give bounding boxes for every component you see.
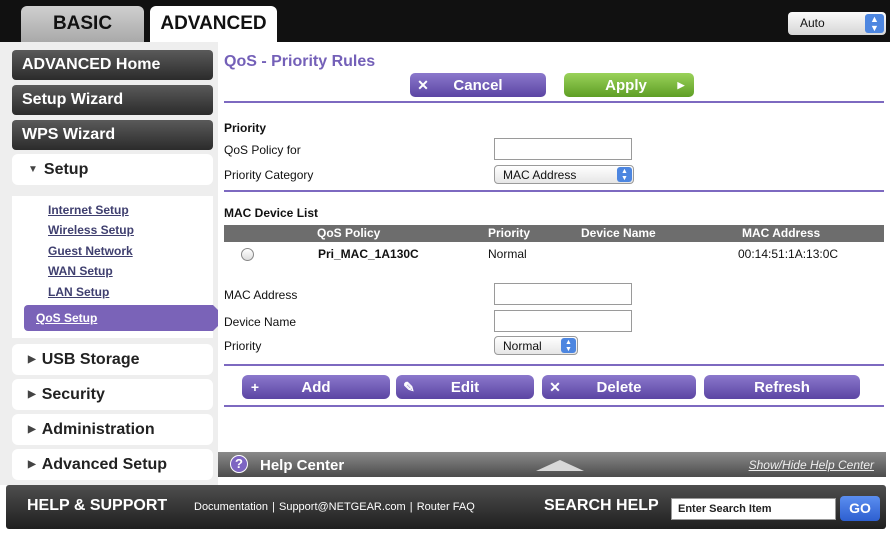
- section-divider: [224, 190, 884, 192]
- add-button-label: Add: [301, 378, 331, 396]
- sidebar-item-internet-setup[interactable]: Internet Setup: [48, 203, 129, 217]
- pencil-icon: ✎: [403, 378, 415, 395]
- search-help-heading: SEARCH HELP: [544, 497, 659, 514]
- collapsed-triangle-icon: ▶: [28, 424, 36, 435]
- priority-label: Priority: [224, 339, 262, 353]
- sidebar-item-advanced-setup-label: Advanced Setup: [41, 455, 168, 473]
- refresh-button[interactable]: Refresh: [704, 375, 860, 399]
- section-divider: [224, 364, 884, 366]
- plus-icon: +: [250, 379, 260, 395]
- play-arrow-icon: ▶: [677, 79, 685, 90]
- footer-links: Documentation | Support@NETGEAR.com | Ro…: [194, 501, 475, 513]
- sidebar-item-wps-wizard[interactable]: WPS Wizard: [12, 120, 213, 150]
- apply-button-label: Apply: [605, 76, 647, 94]
- expanded-triangle-icon: ▼: [28, 164, 38, 175]
- sidebar-item-qos-setup[interactable]: QoS Setup: [24, 305, 226, 331]
- refresh-button-label: Refresh: [754, 378, 810, 396]
- main-content: QoS - Priority Rules ✕ Cancel Apply ▶ Pr…: [218, 42, 886, 452]
- mac-device-list-heading: MAC Device List: [224, 206, 319, 220]
- priority-heading: Priority: [224, 121, 267, 135]
- top-tab-bar: BASIC ADVANCED Auto ▲ ▼: [0, 0, 890, 42]
- close-icon: ✕: [549, 378, 561, 395]
- priority-select-value: Normal: [503, 339, 542, 353]
- router-faq-link[interactable]: Router FAQ: [417, 501, 475, 513]
- sidebar-item-advanced-setup[interactable]: ▶ Advanced Setup: [12, 449, 213, 480]
- sidebar-item-wireless-setup[interactable]: Wireless Setup: [48, 223, 134, 237]
- row-mac-address: 00:14:51:1A:13:0C: [738, 247, 839, 261]
- search-help-input[interactable]: Enter Search Item: [671, 498, 836, 520]
- sidebar-item-security[interactable]: ▶ Security: [12, 379, 213, 410]
- router-admin-page: BASIC ADVANCED Auto ▲ ▼ ADVANCED Home Set…: [0, 0, 890, 533]
- go-button[interactable]: GO: [840, 496, 880, 521]
- sidebar-item-guest-network[interactable]: Guest Network: [48, 244, 133, 258]
- mac-address-input[interactable]: [494, 283, 632, 305]
- edit-button-label: Edit: [450, 378, 480, 396]
- footer-bar: HELP & SUPPORT Documentation | Support@N…: [6, 485, 886, 529]
- section-divider: [224, 101, 884, 103]
- language-select-value: Auto: [800, 16, 825, 30]
- column-header-qos-policy: QoS Policy: [317, 226, 381, 240]
- row-select-radio[interactable]: [241, 248, 254, 261]
- help-support-heading: HELP & SUPPORT: [27, 497, 168, 514]
- section-divider: [224, 405, 884, 407]
- select-arrows-icon: ▲ ▼: [865, 14, 884, 33]
- priority-category-select[interactable]: MAC Address ▲ ▼: [494, 165, 634, 184]
- sidebar: ADVANCED Home Setup Wizard WPS Wizard ▼ …: [0, 42, 226, 485]
- priority-category-label: Priority Category: [224, 168, 314, 182]
- priority-select[interactable]: Normal ▲ ▼: [494, 336, 578, 355]
- device-name-label: Device Name: [224, 315, 297, 329]
- apply-button[interactable]: Apply ▶: [564, 73, 694, 97]
- help-center-bar[interactable]: ? Help Center Show/Hide Help Center: [218, 452, 886, 477]
- sidebar-item-usb-storage[interactable]: ▶ USB Storage: [12, 344, 213, 375]
- language-select[interactable]: Auto ▲ ▼: [788, 12, 886, 35]
- sidebar-item-setup-label: Setup: [43, 160, 89, 178]
- expand-up-arrow-icon[interactable]: [536, 460, 584, 471]
- table-header: QoS Policy Priority Device Name MAC Addr…: [224, 225, 884, 242]
- sidebar-item-usb-storage-label: USB Storage: [41, 350, 140, 368]
- sidebar-item-advanced-home[interactable]: ADVANCED Home: [12, 50, 213, 80]
- column-header-device-name: Device Name: [581, 226, 656, 240]
- column-header-priority: Priority: [488, 226, 531, 240]
- edit-button[interactable]: ✎ Edit: [396, 375, 534, 399]
- add-button[interactable]: + Add: [242, 375, 390, 399]
- mac-address-label: MAC Address: [224, 288, 298, 302]
- table-row[interactable]: Pri_MAC_1A130C Normal 00:14:51:1A:13:0C: [224, 243, 884, 265]
- qos-policy-for-label: QoS Policy for: [224, 143, 301, 157]
- delete-button[interactable]: ✕ Delete: [542, 375, 696, 399]
- sidebar-item-wan-setup[interactable]: WAN Setup: [48, 264, 113, 278]
- collapsed-triangle-icon: ▶: [28, 459, 36, 470]
- select-arrows-icon: ▲ ▼: [617, 167, 632, 182]
- support-email-link[interactable]: Support@NETGEAR.com: [279, 501, 406, 513]
- tab-advanced[interactable]: ADVANCED: [150, 6, 277, 42]
- device-name-input[interactable]: [494, 310, 632, 332]
- help-center-title: Help Center: [260, 457, 345, 474]
- sidebar-item-security-label: Security: [41, 385, 105, 403]
- collapsed-triangle-icon: ▶: [28, 354, 36, 365]
- page-title: QoS - Priority Rules: [224, 53, 376, 70]
- delete-button-label: Delete: [596, 378, 642, 396]
- sidebar-item-qos-setup-label: QoS Setup: [36, 311, 98, 325]
- collapsed-triangle-icon: ▶: [28, 389, 36, 400]
- sidebar-item-administration-label: Administration: [41, 420, 155, 438]
- question-mark-icon: ?: [230, 455, 248, 473]
- close-icon: ✕: [417, 76, 429, 93]
- select-arrows-icon: ▲ ▼: [561, 338, 576, 353]
- qos-policy-for-input[interactable]: [494, 138, 632, 160]
- row-qos-policy: Pri_MAC_1A130C: [318, 247, 419, 261]
- sidebar-item-administration[interactable]: ▶ Administration: [12, 414, 213, 445]
- cancel-button-label: Cancel: [453, 76, 503, 94]
- documentation-link[interactable]: Documentation: [194, 501, 268, 513]
- show-hide-help-link[interactable]: Show/Hide Help Center: [749, 458, 874, 472]
- cancel-button[interactable]: ✕ Cancel: [410, 73, 546, 97]
- sidebar-item-lan-setup[interactable]: LAN Setup: [48, 285, 109, 299]
- row-priority: Normal: [488, 247, 527, 261]
- sidebar-item-setup-wizard[interactable]: Setup Wizard: [12, 85, 213, 115]
- column-header-mac-address: MAC Address: [742, 226, 821, 240]
- priority-category-value: MAC Address: [503, 168, 577, 182]
- tab-basic[interactable]: BASIC: [21, 6, 144, 42]
- sidebar-item-setup[interactable]: ▼ Setup: [12, 154, 213, 185]
